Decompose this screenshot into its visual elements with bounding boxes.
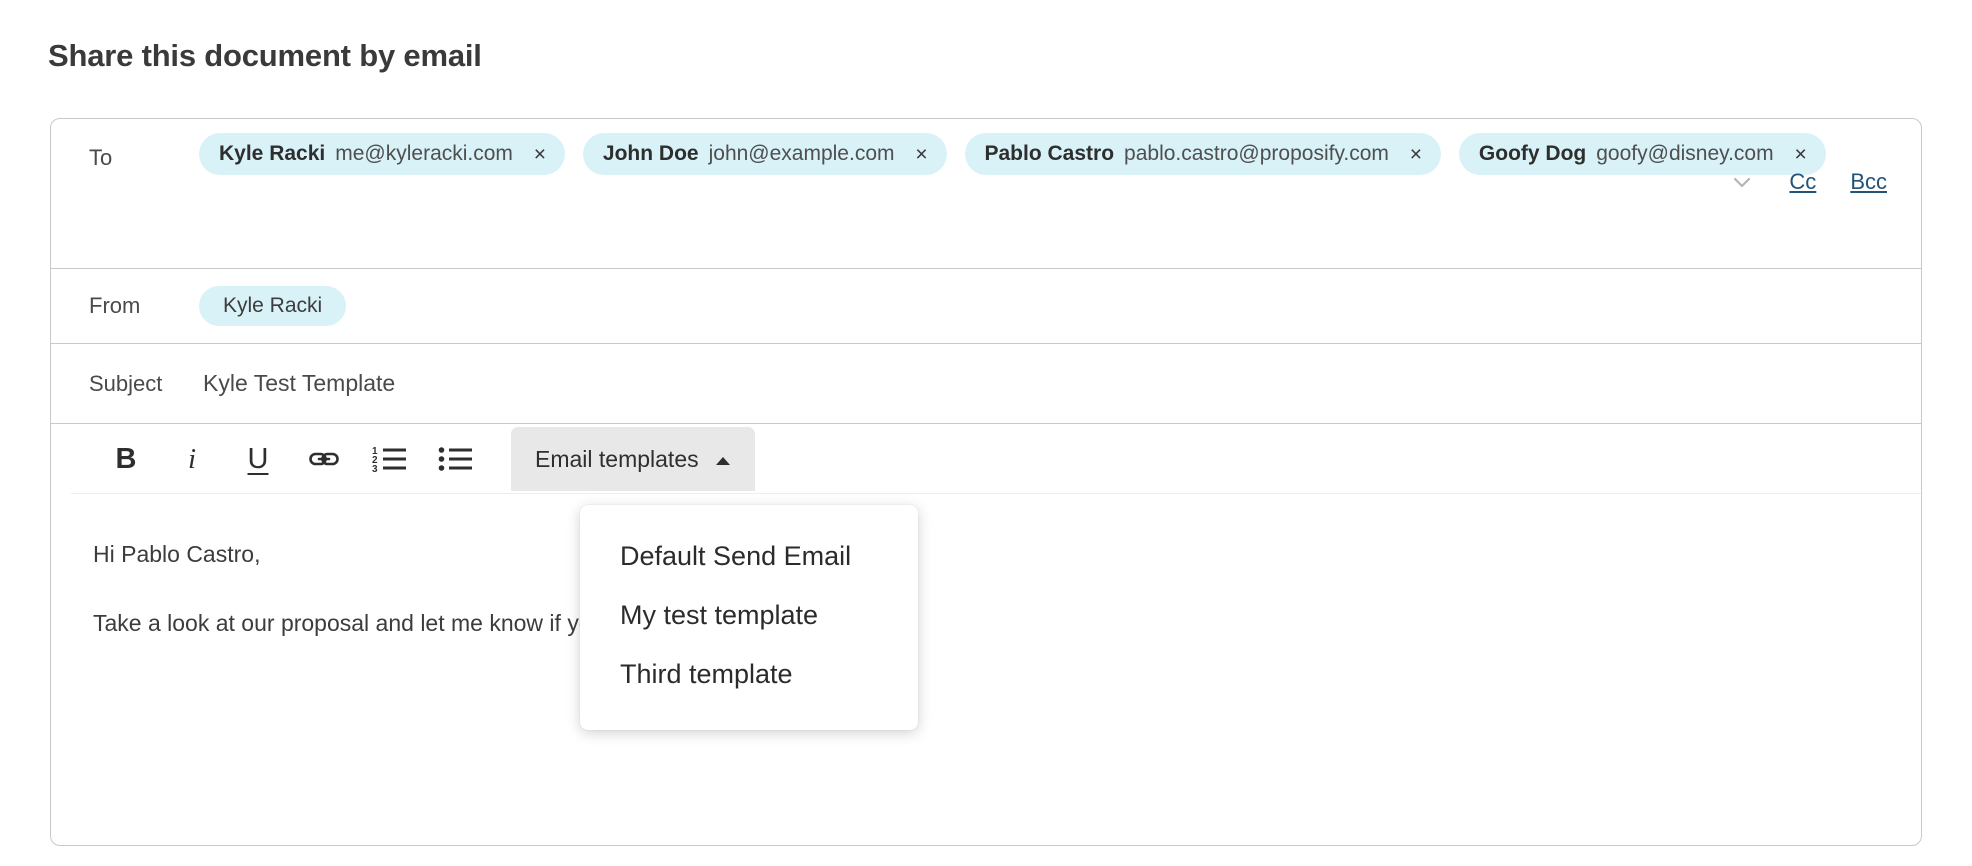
- subject-row: Subject Kyle Test Template: [51, 344, 1921, 424]
- recipient-email: pablo.castro@proposify.com: [1124, 142, 1389, 165]
- to-label: To: [89, 145, 113, 170]
- recipient-name: Goofy Dog: [1478, 142, 1587, 165]
- close-icon[interactable]: ×: [1405, 143, 1427, 165]
- link-icon[interactable]: [291, 431, 357, 487]
- recipient-chip[interactable]: Kyle Racki me@kyleracki.com ×: [199, 133, 565, 175]
- recipient-chip[interactable]: John Doe john@example.com ×: [582, 133, 947, 175]
- chevron-down-icon[interactable]: [1729, 169, 1755, 195]
- close-icon[interactable]: ×: [911, 143, 933, 165]
- email-templates-button[interactable]: Email templates: [511, 427, 755, 491]
- close-icon[interactable]: ×: [1790, 143, 1812, 165]
- to-row-controls: Cc Bcc: [1729, 169, 1887, 195]
- editor-toolbar: B i U 1 2 3 Email templates: [51, 424, 1921, 494]
- subject-value-container[interactable]: Kyle Test Template: [199, 370, 1921, 397]
- recipient-name: John Doe: [602, 142, 699, 165]
- sender-chip[interactable]: Kyle Racki: [199, 286, 347, 326]
- recipient-chip[interactable]: Pablo Castro pablo.castro@proposify.com …: [964, 133, 1441, 175]
- from-row: From Kyle Racki: [51, 269, 1921, 344]
- menu-item-third-template[interactable]: Third template: [580, 645, 918, 704]
- subject-input[interactable]: Kyle Test Template: [199, 370, 395, 397]
- recipient-email: john@example.com: [708, 142, 895, 165]
- recipient-name: Kyle Racki: [219, 142, 326, 165]
- menu-item-default-send-email[interactable]: Default Send Email: [580, 527, 918, 586]
- compose-email-card: To Kyle Racki me@kyleracki.com × John Do…: [50, 118, 1922, 846]
- toolbar-divider: [71, 493, 1921, 494]
- subject-label: Subject: [89, 370, 163, 396]
- bullet-list-icon[interactable]: [423, 431, 489, 487]
- close-icon[interactable]: ×: [529, 143, 551, 165]
- from-value-container[interactable]: Kyle Racki: [199, 286, 1921, 326]
- ordered-list-icon[interactable]: 1 2 3: [357, 431, 423, 487]
- italic-button[interactable]: i: [159, 431, 225, 487]
- email-templates-label: Email templates: [535, 445, 699, 472]
- menu-item-my-test-template[interactable]: My test template: [580, 586, 918, 645]
- recipient-email: me@kyleracki.com: [335, 142, 513, 165]
- svg-text:3: 3: [372, 464, 378, 475]
- email-body-editor[interactable]: Hi Pablo Castro, Take a look at our prop…: [51, 494, 1921, 638]
- body-paragraph: Take a look at our proposal and let me k…: [93, 609, 816, 636]
- underline-button[interactable]: U: [225, 431, 291, 487]
- from-label: From: [89, 293, 141, 318]
- page-title: Share this document by email: [48, 38, 482, 73]
- bcc-link[interactable]: Bcc: [1850, 169, 1887, 195]
- recipient-name: Pablo Castro: [984, 142, 1115, 165]
- caret-up-icon: [715, 446, 731, 473]
- body-greeting: Hi Pablo Castro,: [93, 541, 261, 567]
- email-templates-menu: Default Send Email My test template Thir…: [580, 505, 918, 730]
- to-recipients-list[interactable]: Kyle Racki me@kyleracki.com × John Doe j…: [199, 133, 1921, 175]
- recipient-email: goofy@disney.com: [1596, 142, 1774, 165]
- cc-link[interactable]: Cc: [1789, 169, 1816, 195]
- to-row: To Kyle Racki me@kyleracki.com × John Do…: [51, 119, 1921, 269]
- bold-button[interactable]: B: [93, 431, 159, 487]
